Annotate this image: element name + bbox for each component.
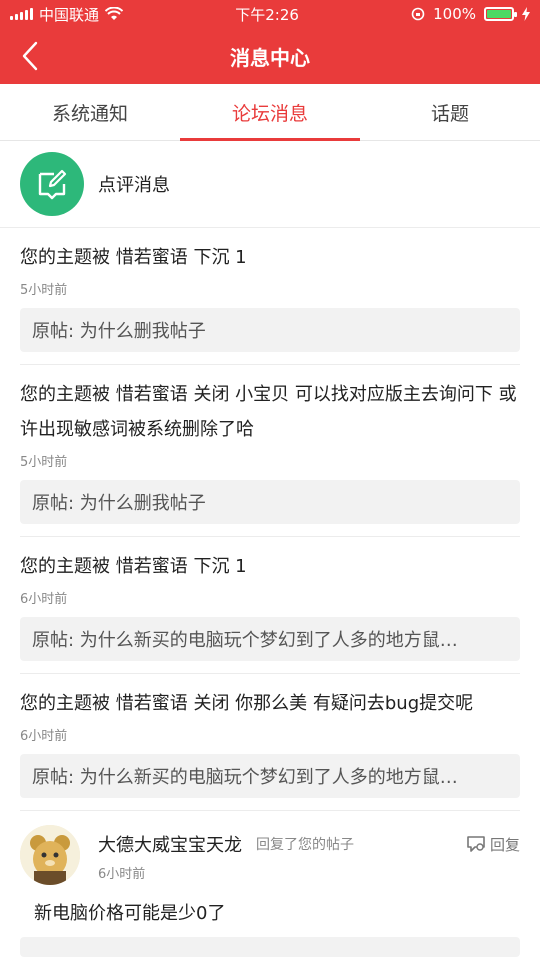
battery-percent: 100%: [433, 5, 476, 23]
original-post-link[interactable]: 原帖: 为什么新买的电脑玩个梦幻到了人多的地方鼠…: [20, 617, 520, 661]
chevron-left-icon: [22, 41, 38, 71]
tab-topics[interactable]: 话题: [360, 84, 540, 140]
reply-time: 6小时前: [98, 867, 146, 882]
wifi-icon: [105, 7, 124, 20]
message-time: 6小时前: [20, 592, 68, 607]
charging-icon: [522, 7, 530, 21]
list-item[interactable]: 您的主题被 惜若蜜语 下沉 1 5小时前 原帖: 为什么删我帖子: [0, 228, 540, 365]
original-post-link[interactable]: [20, 937, 520, 957]
signal-icon: [10, 8, 33, 20]
original-post-link[interactable]: 原帖: 为什么新买的电脑玩个梦幻到了人多的地方鼠…: [20, 754, 520, 798]
tab-bar: 系统通知 论坛消息 话题: [0, 84, 540, 141]
battery-icon: [484, 7, 517, 21]
review-messages-entry[interactable]: 点评消息: [0, 141, 540, 228]
message-text: 您的主题被 惜若蜜语 关闭 小宝贝 可以找对应版主去询问下 或许出现敏感词被系统…: [20, 384, 517, 440]
list-item[interactable]: 您的主题被 惜若蜜语 关闭 小宝贝 可以找对应版主去询问下 或许出现敏感词被系统…: [0, 365, 540, 537]
page-title: 消息中心: [230, 45, 310, 70]
back-button[interactable]: [12, 38, 48, 74]
review-messages-label: 点评消息: [98, 175, 170, 196]
review-edit-icon: [20, 152, 84, 216]
original-post-link[interactable]: 原帖: 为什么删我帖子: [20, 480, 520, 524]
nav-bar: 消息中心: [0, 28, 540, 84]
message-time: 5小时前: [20, 455, 68, 470]
reply-action-text: 回复了您的帖子: [256, 837, 354, 853]
reply-list-item[interactable]: 大德大威宝宝天龙 回复了您的帖子 回复 6小时前 新电脑价格可能是少0了: [0, 811, 540, 957]
message-text: 您的主题被 惜若蜜语 关闭 你那么美 有疑问去bug提交呢: [20, 693, 474, 714]
clock-label: 下午2:26: [235, 5, 299, 24]
message-time: 6小时前: [20, 729, 68, 744]
comment-icon: [467, 836, 485, 852]
message-time: 5小时前: [20, 283, 68, 298]
status-bar: 中国联通 下午2:26 100%: [0, 0, 540, 28]
app-header: 中国联通 下午2:26 100% 消息中心: [0, 0, 540, 84]
carrier-label: 中国联通: [39, 5, 100, 24]
rotation-lock-icon: [411, 7, 425, 21]
reply-button-label: 回复: [489, 835, 520, 854]
message-text: 您的主题被 惜若蜜语 下沉 1: [20, 556, 247, 577]
avatar[interactable]: [20, 825, 80, 885]
message-text: 您的主题被 惜若蜜语 下沉 1: [20, 247, 247, 268]
reply-button[interactable]: 回复: [466, 834, 520, 855]
list-item[interactable]: 您的主题被 惜若蜜语 下沉 1 6小时前 原帖: 为什么新买的电脑玩个梦幻到了人…: [0, 537, 540, 674]
tab-forum-messages[interactable]: 论坛消息: [180, 84, 360, 141]
tab-system-notice[interactable]: 系统通知: [0, 84, 180, 140]
list-item[interactable]: 您的主题被 惜若蜜语 关闭 你那么美 有疑问去bug提交呢 6小时前 原帖: 为…: [0, 674, 540, 811]
original-post-link[interactable]: 原帖: 为什么删我帖子: [20, 308, 520, 352]
reply-username[interactable]: 大德大威宝宝天龙: [98, 831, 242, 857]
reply-content: 新电脑价格可能是少0了: [34, 903, 226, 924]
